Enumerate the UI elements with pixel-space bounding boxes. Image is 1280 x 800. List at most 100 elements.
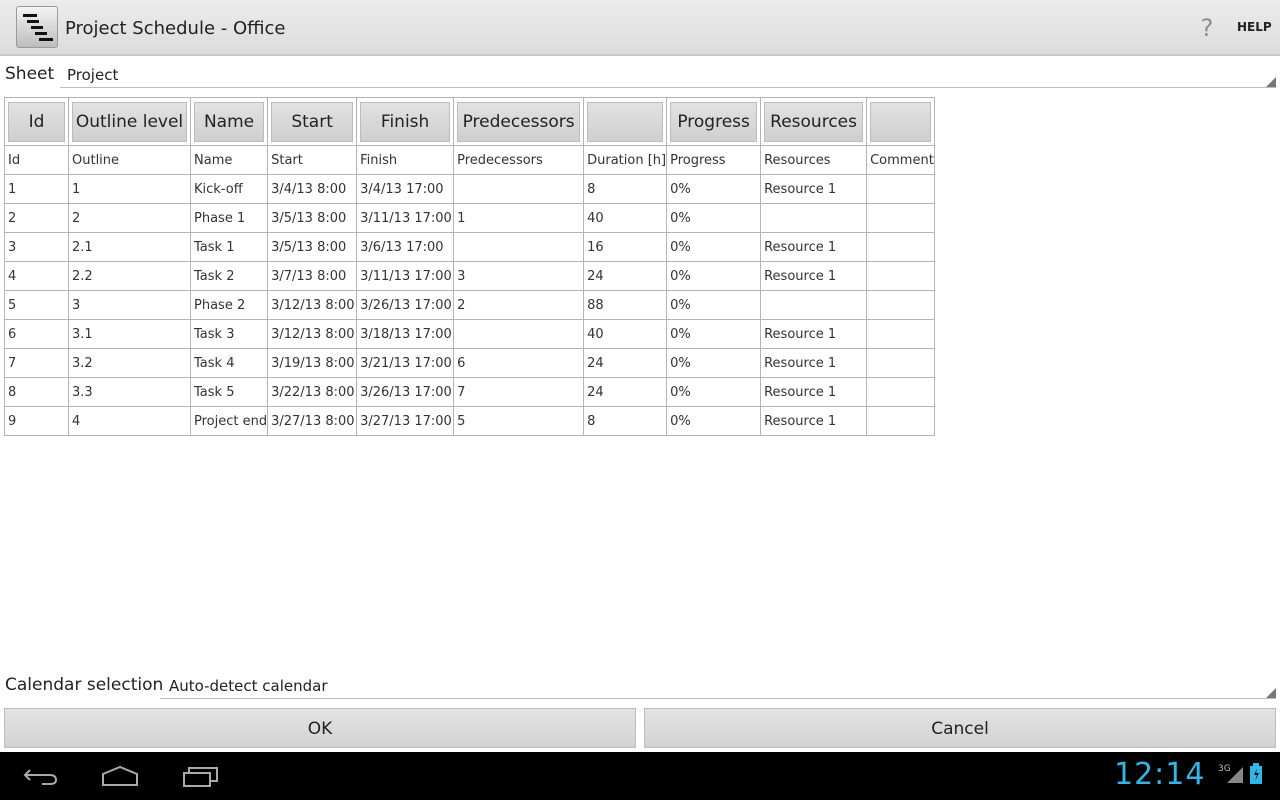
table-cell[interactable]: 0% (666, 232, 762, 262)
question-icon[interactable]: ? (1196, 14, 1218, 42)
table-cell[interactable]: Task 2 (189, 261, 269, 291)
table-cell[interactable]: 0% (666, 377, 762, 407)
table-cell[interactable]: 3/27/13 8:00 (267, 406, 358, 436)
table-cell[interactable] (760, 290, 868, 320)
table-cell[interactable]: 9 (4, 406, 69, 436)
table-cell[interactable]: 6 (4, 319, 69, 349)
table-cell[interactable]: 3/11/13 17:00 (356, 203, 455, 233)
table-cell[interactable]: 8 (4, 377, 69, 407)
table-cell[interactable]: Phase 1 (189, 203, 269, 233)
table-row[interactable]: 3 2.1 Task 1 3/5/13 8:00 3/6/13 17:00 16 0% Res… (4, 232, 935, 262)
table-cell[interactable] (453, 319, 585, 349)
table-row[interactable]: 6 3.1 Task 3 3/12/13 8:00 3/18/13 17:00 40 0% R… (4, 319, 935, 349)
table-cell[interactable]: Task 4 (189, 348, 269, 378)
table-row[interactable]: 7 3.2 Task 4 3/19/13 8:00 3/21/13 17:00 6 24 0%… (4, 348, 935, 378)
table-cell[interactable]: 0% (666, 348, 762, 378)
table-cell[interactable] (866, 290, 935, 320)
table-cell[interactable]: 0% (666, 261, 762, 291)
table-cell[interactable]: 3/26/13 17:00 (356, 290, 455, 320)
table-cell[interactable]: Resource 1 (760, 406, 868, 436)
table-cell[interactable]: 2 (4, 203, 69, 233)
table-cell[interactable]: 3/21/13 17:00 (356, 348, 455, 378)
table-cell[interactable]: 3/12/13 8:00 (267, 319, 358, 349)
ok-button[interactable]: OK (4, 708, 636, 748)
column-mapping-button[interactable]: Name (194, 101, 265, 142)
table-cell[interactable]: 5 (453, 406, 585, 436)
table-cell[interactable]: 3/27/13 17:00 (356, 406, 455, 436)
table-cell[interactable]: 3/5/13 8:00 (267, 203, 358, 233)
table-cell[interactable]: 2.2 (68, 261, 191, 291)
column-mapping-button[interactable]: Outline level (72, 101, 187, 142)
recent-apps-icon[interactable] (182, 764, 220, 788)
table-cell[interactable]: 0% (666, 174, 762, 204)
table-cell[interactable]: 88 (583, 290, 668, 320)
column-mapping-button[interactable]: Progress (670, 101, 758, 142)
table-cell[interactable]: Resource 1 (760, 319, 868, 349)
table-cell[interactable]: Resource 1 (760, 348, 868, 378)
table-cell[interactable]: 3 (453, 261, 585, 291)
column-mapping-button[interactable]: Start (271, 101, 354, 142)
table-cell[interactable] (866, 261, 935, 291)
table-cell[interactable]: 3/5/13 8:00 (267, 232, 358, 262)
table-cell[interactable]: 16 (583, 232, 668, 262)
table-cell[interactable]: 1 (453, 203, 585, 233)
table-cell[interactable]: Resource 1 (760, 377, 868, 407)
table-cell[interactable] (866, 348, 935, 378)
table-row[interactable]: 5 3 Phase 2 3/12/13 8:00 3/26/13 17:00 2 88 0% (4, 290, 935, 320)
calendar-select[interactable]: Auto-detect calendar (160, 673, 1276, 699)
table-cell[interactable]: 3 (4, 232, 69, 262)
table-cell[interactable]: 3/11/13 17:00 (356, 261, 455, 291)
table-cell[interactable] (453, 174, 585, 204)
home-icon[interactable] (101, 764, 139, 788)
table-cell[interactable]: 3.2 (68, 348, 191, 378)
table-cell[interactable] (760, 203, 868, 233)
table-cell[interactable]: 1 (68, 174, 191, 204)
table-cell[interactable]: 24 (583, 348, 668, 378)
table-cell[interactable]: 3/18/13 17:00 (356, 319, 455, 349)
table-cell[interactable]: 4 (4, 261, 69, 291)
cancel-button[interactable]: Cancel (644, 708, 1276, 748)
table-row[interactable]: 9 4 Project end 3/27/13 8:00 3/27/13 17:00 5 8… (4, 406, 935, 436)
table-cell[interactable]: 0% (666, 406, 762, 436)
column-mapping-button[interactable] (870, 101, 931, 142)
table-cell[interactable]: 40 (583, 319, 668, 349)
table-cell[interactable]: 3/19/13 8:00 (267, 348, 358, 378)
table-cell[interactable]: 3 (68, 290, 191, 320)
table-cell[interactable]: 24 (583, 261, 668, 291)
table-cell[interactable] (866, 232, 935, 262)
table-cell[interactable]: 1 (4, 174, 69, 204)
table-cell[interactable]: Resource 1 (760, 174, 868, 204)
table-cell[interactable] (866, 319, 935, 349)
table-cell[interactable]: Kick-off (189, 174, 269, 204)
table-cell[interactable]: 3/4/13 17:00 (356, 174, 455, 204)
table-row[interactable]: 1 1 Kick-off 3/4/13 8:00 3/4/13 17:00 8 0% Reso… (4, 174, 935, 204)
table-cell[interactable]: 40 (583, 203, 668, 233)
table-row[interactable]: 8 3.3 Task 5 3/22/13 8:00 3/26/13 17:00 7 24 0%… (4, 377, 935, 407)
table-cell[interactable]: 2 (68, 203, 191, 233)
column-mapping-button[interactable]: Resources (764, 101, 864, 142)
table-cell[interactable]: 6 (453, 348, 585, 378)
table-cell[interactable]: 3.3 (68, 377, 191, 407)
table-cell[interactable]: 3/26/13 17:00 (356, 377, 455, 407)
table-cell[interactable]: 2.1 (68, 232, 191, 262)
table-cell[interactable] (866, 406, 935, 436)
table-cell[interactable]: Task 5 (189, 377, 269, 407)
column-mapping-button[interactable]: Finish (360, 101, 451, 142)
table-cell[interactable]: Task 1 (189, 232, 269, 262)
table-cell[interactable]: 3/6/13 17:00 (356, 232, 455, 262)
table-cell[interactable]: 3/7/13 8:00 (267, 261, 358, 291)
table-cell[interactable]: 8 (583, 406, 668, 436)
table-cell[interactable]: Phase 2 (189, 290, 269, 320)
table-cell[interactable]: 3/22/13 8:00 (267, 377, 358, 407)
table-cell[interactable]: 3/4/13 8:00 (267, 174, 358, 204)
table-cell[interactable]: Resource 1 (760, 232, 868, 262)
column-mapping-button[interactable]: Id (8, 101, 65, 142)
table-cell[interactable]: 3/12/13 8:00 (267, 290, 358, 320)
table-cell[interactable]: Project end (189, 406, 269, 436)
table-cell[interactable] (866, 203, 935, 233)
table-cell[interactable]: Task 3 (189, 319, 269, 349)
sheet-select[interactable]: Project (60, 62, 1276, 88)
table-cell[interactable] (453, 232, 585, 262)
table-row[interactable]: 4 2.2 Task 2 3/7/13 8:00 3/11/13 17:00 3 24 0% R… (4, 261, 935, 291)
table-cell[interactable]: 7 (4, 348, 69, 378)
